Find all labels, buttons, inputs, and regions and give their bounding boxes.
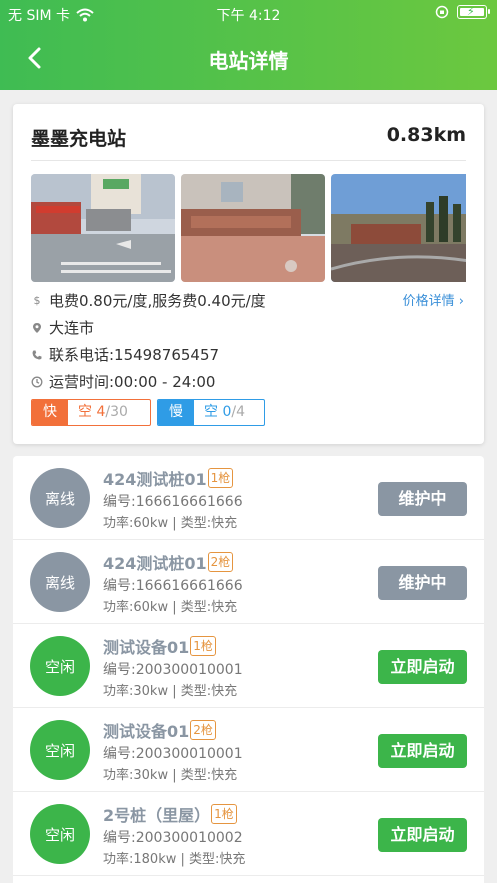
charger-list: 离线 424测试桩01 1枪 编号:166616661666 功率:60kw | … — [13, 456, 484, 883]
pile-title: 2号桩（里屋） 1枪 — [103, 802, 237, 826]
status-bar: 无 SIM 卡 下午 4:12 ⚡ — [0, 0, 497, 26]
price-details-label: 价格详情 — [402, 294, 455, 309]
pile-name: 测试设备01 — [103, 722, 190, 741]
pile-number: 编号:200300010001 — [103, 746, 243, 762]
pile-meta: 功率:180kw | 类型:快充 — [103, 852, 246, 867]
maintenance-button[interactable]: 维护中 — [378, 566, 467, 600]
status-circle: 空闲 — [30, 804, 90, 864]
gun-badge: 2枪 — [190, 720, 216, 740]
fast-label: 快 — [32, 400, 68, 425]
gun-badge: 1枪 — [211, 804, 237, 824]
pile-number: 编号:166616661666 — [103, 578, 243, 594]
station-name: 墨墨充电站 — [31, 128, 127, 150]
slow-free-text: 空 — [204, 404, 218, 420]
divider — [31, 160, 466, 161]
status-circle: 空闲 — [30, 720, 90, 780]
status-time: 下午 4:12 — [216, 8, 281, 24]
slow-availability: 空 0/4 — [194, 400, 264, 425]
page-title: 电站详情 — [208, 49, 289, 73]
pile-number: 编号:200300010001 — [103, 662, 243, 678]
price-text: 电费0.80元/度,服务费0.40元/度 — [49, 292, 266, 310]
fast-charger-tag: 快 空 4/30 — [31, 399, 151, 426]
pile-name: 424测试桩01 — [103, 470, 207, 489]
battery-icon: ⚡ — [457, 5, 490, 19]
pile-number: 编号:166616661666 — [103, 494, 243, 510]
status-circle: 离线 — [30, 552, 90, 612]
location-pin-icon — [33, 322, 41, 333]
clock-icon — [31, 376, 43, 387]
pile-name: 2号桩（里屋） — [103, 806, 211, 825]
slow-label: 慢 — [158, 400, 194, 425]
pile-name: 424测试桩01 — [103, 554, 207, 573]
list-item[interactable]: 空闲 测试设备01 1枪 编号:200300010001 功率:30kw | 类型… — [13, 624, 484, 708]
fast-total: /30 — [105, 404, 128, 420]
gun-badge: 2枪 — [207, 552, 234, 572]
price-details-link[interactable]: 价格详情 › — [403, 290, 464, 309]
start-charging-button[interactable]: 立即启动 — [378, 818, 467, 852]
phone-row[interactable]: 联系电话:15498765457 — [31, 344, 219, 365]
phone-text: 联系电话:15498765457 — [49, 346, 220, 364]
start-charging-button[interactable]: 立即启动 — [378, 734, 467, 768]
hours-row: 运营时间:00:00 - 24:00 — [31, 371, 215, 392]
list-item[interactable]: 离线 424测试桩01 2枪 编号:166616661666 功率:60kw | … — [13, 540, 484, 624]
pile-title: 测试设备01 2枪 — [103, 718, 216, 742]
gun-badge: 1枪 — [207, 468, 234, 488]
station-photo[interactable] — [331, 174, 466, 282]
fast-free-text: 空 — [78, 404, 92, 420]
station-card: 墨墨充电站 0.83km $ 电费0.80元/度,服务费0.40元/度 价格详情… — [13, 104, 484, 444]
station-photo[interactable] — [181, 174, 325, 282]
start-charging-button[interactable]: 立即启动 — [378, 650, 467, 684]
status-circle: 离线 — [30, 468, 90, 528]
header: 无 SIM 卡 下午 4:12 ⚡ 电站详情 — [0, 0, 497, 90]
city-row: 大连市 — [31, 317, 94, 338]
status-circle: 空闲 — [30, 636, 90, 696]
city-text: 大连市 — [49, 319, 95, 337]
dollar-icon: $ — [33, 294, 41, 307]
pile-title: 424测试桩01 2枪 — [103, 550, 234, 574]
pile-title: 测试设备01 1枪 — [103, 634, 216, 658]
orientation-lock-icon — [435, 5, 449, 19]
slow-charger-tag: 慢 空 0/4 — [157, 399, 265, 426]
station-photo[interactable] — [31, 174, 175, 282]
pile-meta: 功率:30kw | 类型:快充 — [103, 768, 238, 783]
gun-badge: 1枪 — [190, 636, 216, 656]
slow-total: /4 — [231, 404, 245, 420]
station-distance: 0.83km — [386, 124, 466, 146]
list-item[interactable]: 离线 424测试桩01 1枪 编号:166616661666 功率:60kw | … — [13, 456, 484, 540]
pile-name: 测试设备01 — [103, 638, 190, 657]
maintenance-button[interactable]: 维护中 — [378, 482, 467, 516]
fast-availability: 空 4/30 — [68, 400, 150, 425]
station-photos[interactable] — [31, 174, 466, 282]
list-item[interactable]: 空闲 测试设备01 2枪 编号:200300010001 功率:30kw | 类型… — [13, 708, 484, 792]
phone-icon — [32, 350, 42, 359]
pile-meta: 功率:30kw | 类型:快充 — [103, 684, 238, 699]
pile-meta: 功率:60kw | 类型:快充 — [103, 516, 238, 531]
pile-meta: 功率:60kw | 类型:快充 — [103, 600, 238, 615]
pile-title: 424测试桩01 1枪 — [103, 466, 234, 490]
nav-bar: 电站详情 — [0, 36, 497, 80]
chevron-right-icon: › — [458, 294, 464, 309]
hours-text: 运营时间:00:00 - 24:00 — [49, 373, 216, 391]
pile-number: 编号:200300010002 — [103, 830, 243, 846]
list-item[interactable]: 空闲 2号桩（里屋） 1枪 编号:200300010002 功率:180kw | … — [13, 792, 484, 876]
price-row: $ 电费0.80元/度,服务费0.40元/度 — [31, 290, 266, 311]
